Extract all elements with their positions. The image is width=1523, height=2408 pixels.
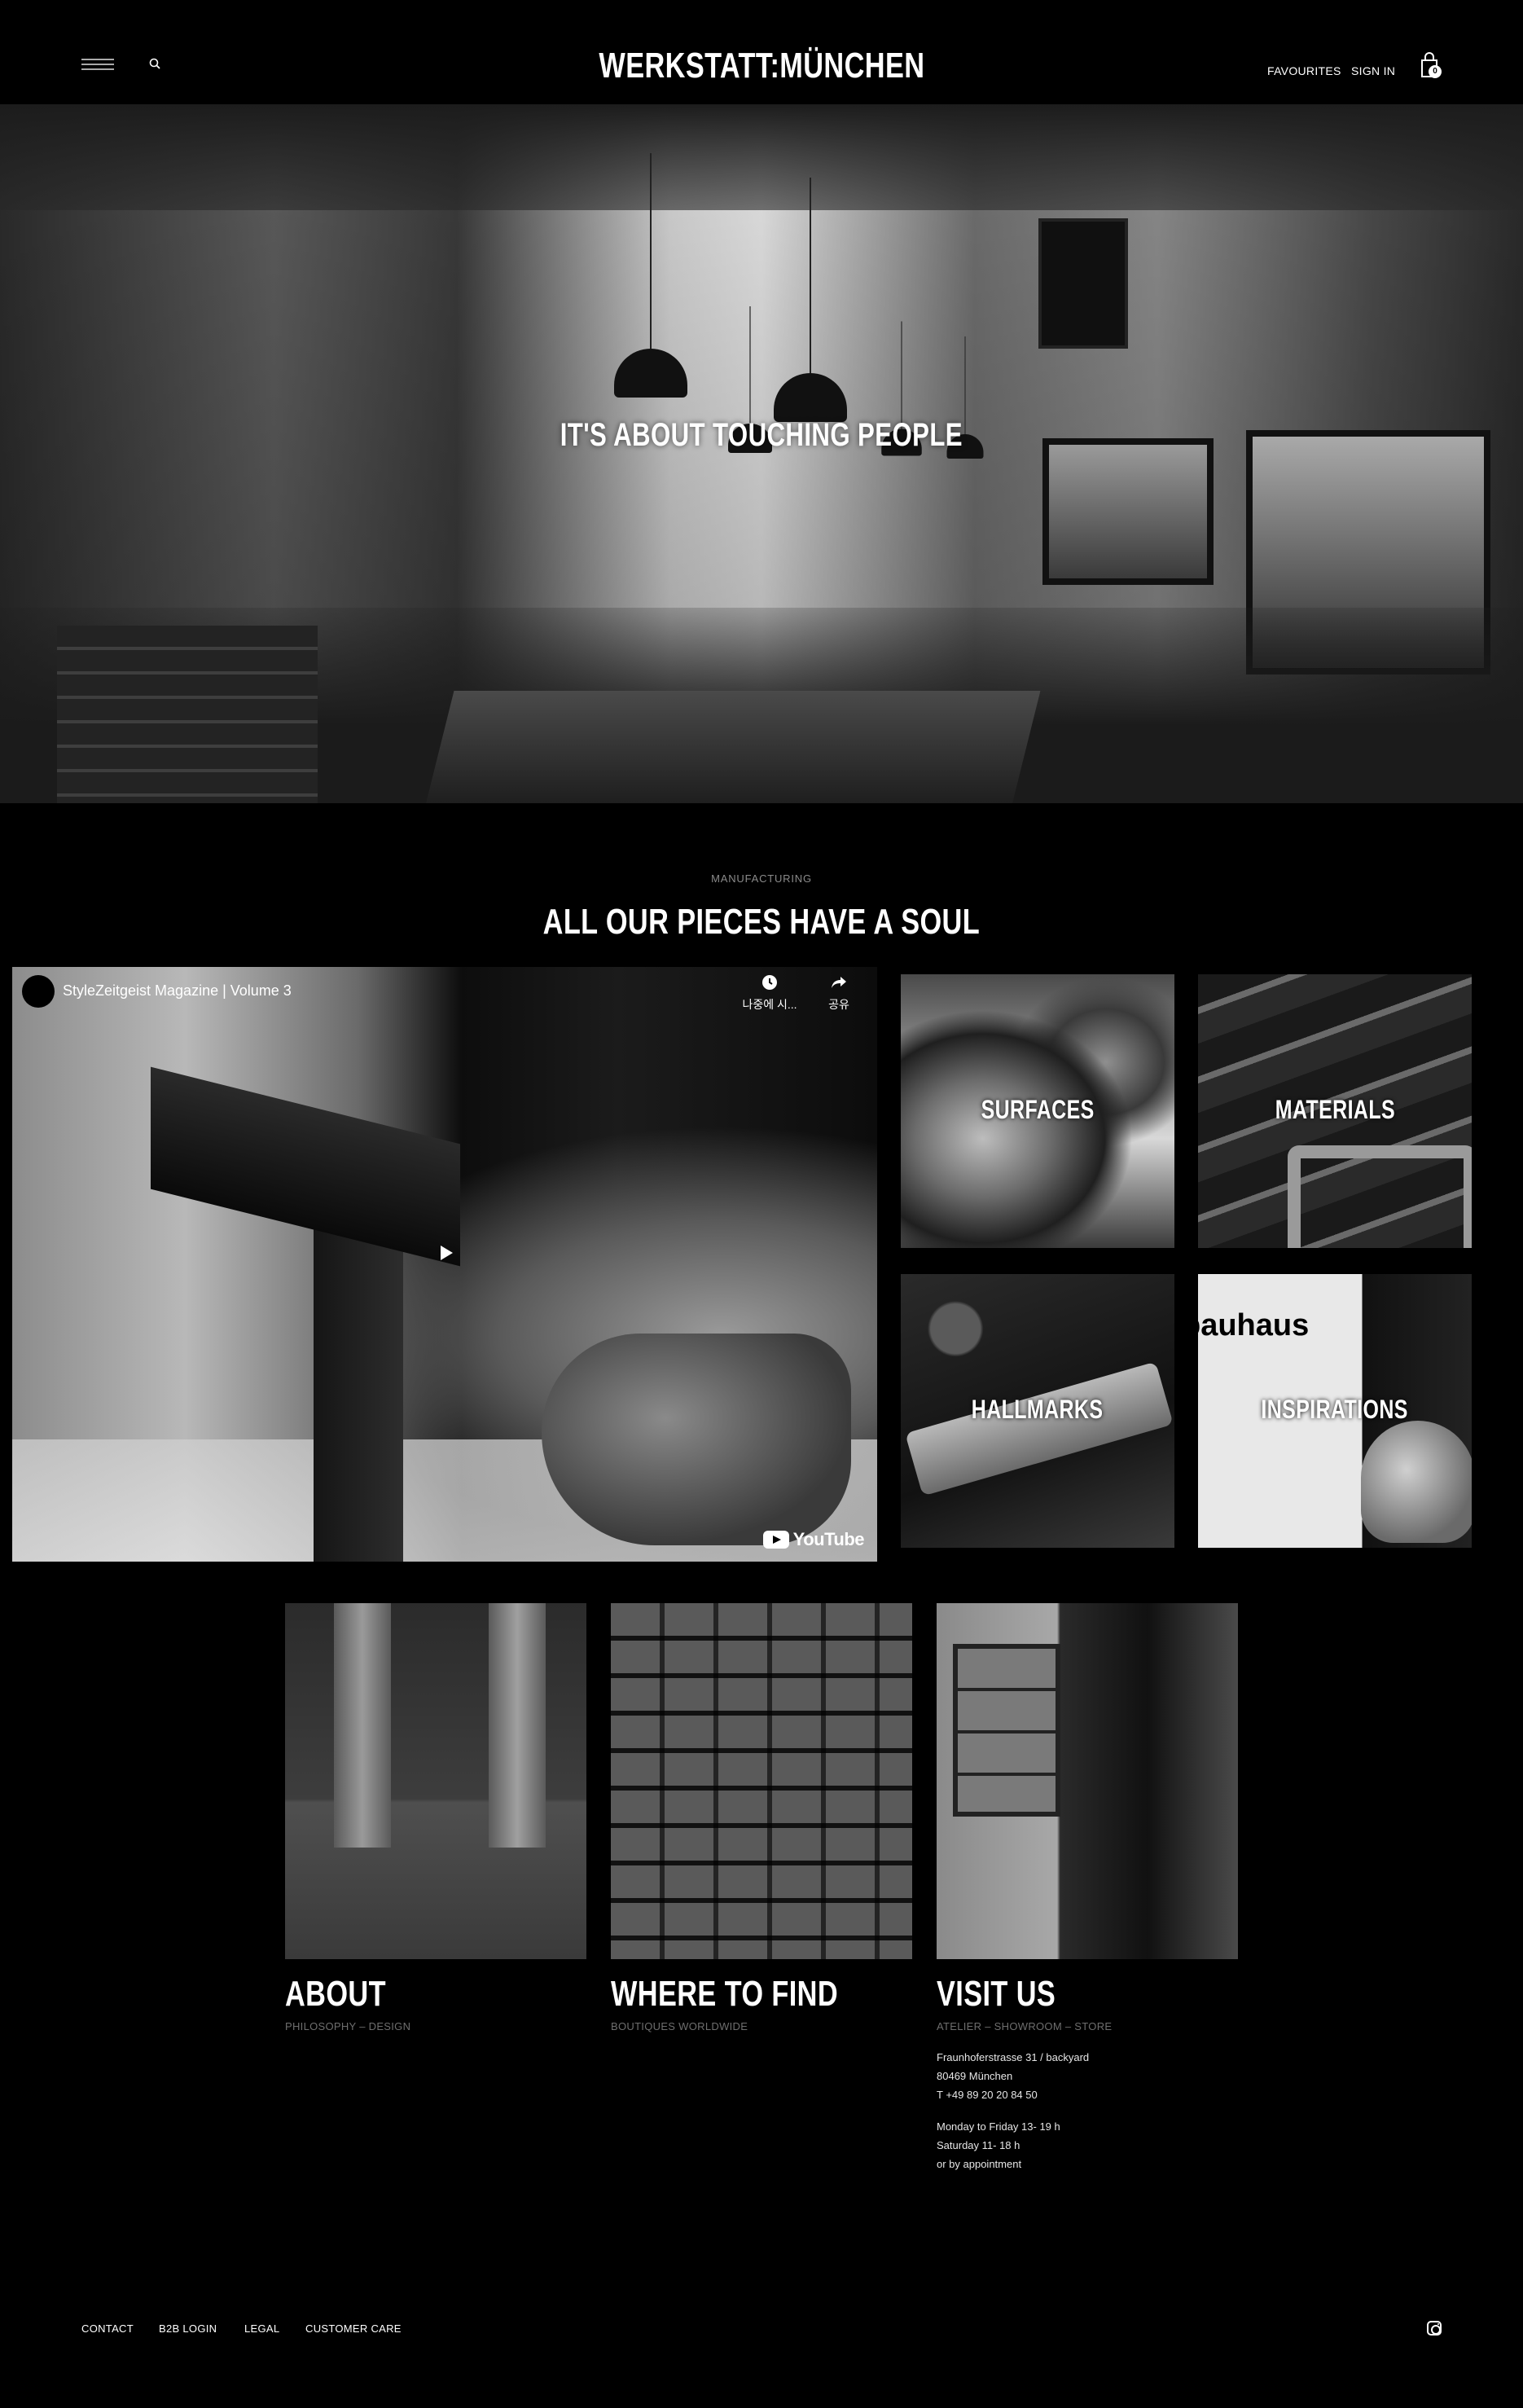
about-image[interactable] xyxy=(285,1603,586,1959)
hours-weekdays: Monday to Friday 13- 19 h xyxy=(937,2120,1060,2133)
hours-saturday: Saturday 11- 18 h xyxy=(937,2139,1020,2151)
tile-label: HALLMARKS xyxy=(972,1395,1104,1424)
favourites-link[interactable]: FAVOURITES xyxy=(1267,64,1341,77)
share-icon xyxy=(832,977,846,988)
visit-us-title[interactable]: VISIT US xyxy=(937,1974,1089,2015)
logo-text: WERKSTATT:MÜNCHEN xyxy=(599,46,924,86)
instagram-icon[interactable] xyxy=(1427,2321,1442,2335)
address-city: 80469 München xyxy=(937,2070,1013,2082)
about-title[interactable]: ABOUT xyxy=(285,1974,415,2015)
footer-b2b-login-link[interactable]: B2B LOGIN xyxy=(159,2322,217,2335)
tile-surfaces[interactable]: SURFACES xyxy=(901,974,1174,1248)
share-label: 공유 xyxy=(828,998,849,1011)
hours-appointment: or by appointment xyxy=(937,2158,1022,2170)
clock-icon xyxy=(762,975,777,990)
tile-label: SURFACES xyxy=(981,1095,1095,1124)
play-icon[interactable] xyxy=(433,1241,458,1265)
where-to-find-image[interactable] xyxy=(611,1603,912,1959)
channel-avatar[interactable] xyxy=(22,975,55,1008)
sign-in-link[interactable]: SIGN IN xyxy=(1351,64,1395,77)
site-header: WERKSTATT:MÜNCHEN FAVOURITES SIGN IN 0 xyxy=(0,0,1523,104)
store-address: Fraunhoferstrasse 31 / backyard 80469 Mü… xyxy=(937,2048,1089,2104)
tile-label: MATERIALS xyxy=(1275,1095,1395,1124)
watch-later-label: 나중에 시... xyxy=(742,998,797,1011)
hero-image: IT'S ABOUT TOUCHING PEOPLE xyxy=(0,104,1523,803)
opening-hours: Monday to Friday 13- 19 h Saturday 11- 1… xyxy=(937,2117,1060,2173)
hero-title: IT'S ABOUT TOUCHING PEOPLE xyxy=(560,417,963,453)
address-street: Fraunhoferstrasse 31 / backyard xyxy=(937,2051,1090,2063)
section-title: ALL OUR PIECES HAVE A SOUL xyxy=(542,902,981,942)
footer-contact-link[interactable]: CONTACT xyxy=(81,2322,134,2335)
bauhaus-poster-text: bauhaus xyxy=(1198,1308,1310,1342)
visit-us-image[interactable] xyxy=(937,1603,1238,1959)
youtube-video-player[interactable]: StyleZeitgeist Magazine | Volume 3 나중에 시… xyxy=(12,967,877,1562)
footer-legal-link[interactable]: LEGAL xyxy=(244,2322,279,2335)
youtube-icon xyxy=(762,1531,789,1549)
section-eyebrow: MANUFACTURING xyxy=(711,872,812,885)
footer-customer-care-link[interactable]: CUSTOMER CARE xyxy=(305,2322,402,2335)
skull-image xyxy=(1361,1421,1472,1543)
where-to-find-title[interactable]: WHERE TO FIND xyxy=(611,1974,902,2015)
visit-us-subtitle: ATELIER – SHOWROOM – STORE xyxy=(937,2020,1113,2032)
video-title[interactable]: StyleZeitgeist Magazine | Volume 3 xyxy=(63,982,292,1000)
tile-label: INSPIRATIONS xyxy=(1261,1395,1409,1424)
tile-hallmarks[interactable]: HALLMARKS xyxy=(901,1274,1174,1548)
watch-later-button[interactable]: 나중에 시... xyxy=(741,973,798,1013)
where-to-find-subtitle: BOUTIQUES WORLDWIDE xyxy=(611,2020,748,2032)
youtube-logo[interactable]: YouTube xyxy=(762,1529,865,1550)
phone-number[interactable]: T +49 89 20 20 84 50 xyxy=(937,2085,1089,2104)
tile-materials[interactable]: MATERIALS xyxy=(1198,974,1472,1248)
youtube-wordmark: YouTube xyxy=(792,1529,865,1549)
cart-count-badge: 0 xyxy=(1429,65,1442,78)
about-subtitle: PHILOSOPHY – DESIGN xyxy=(285,2020,411,2032)
tile-inspirations[interactable]: bauhaus INSPIRATIONS xyxy=(1198,1274,1472,1548)
share-button[interactable]: 공유 xyxy=(810,973,867,1013)
